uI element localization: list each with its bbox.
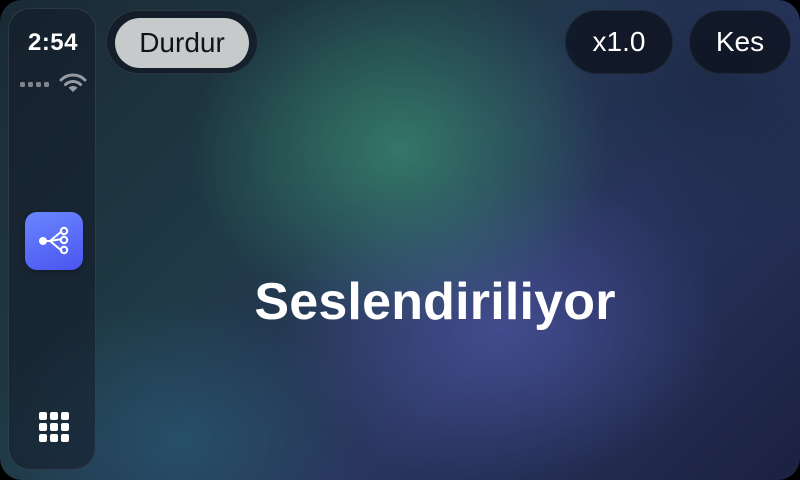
wifi-icon: [59, 73, 87, 92]
speed-button[interactable]: x1.0: [565, 10, 673, 74]
share-nodes-icon: [39, 226, 69, 255]
playback-status-text: Seslendiriliyor: [254, 273, 616, 331]
pause-button-frame: Durdur: [106, 10, 258, 74]
share-nodes-app-button[interactable]: [25, 212, 83, 270]
pause-button[interactable]: Durdur: [115, 18, 249, 68]
cut-button[interactable]: Kes: [689, 10, 791, 74]
sidebar: 2:54: [8, 8, 96, 470]
carplay-screen: 2:54 Durdur x1.0 Kes Seslendiriliyor: [0, 0, 800, 480]
cellular-signal-icon: [20, 82, 49, 87]
status-time: 2:54: [27, 29, 79, 56]
app-grid-icon[interactable]: [39, 412, 69, 442]
